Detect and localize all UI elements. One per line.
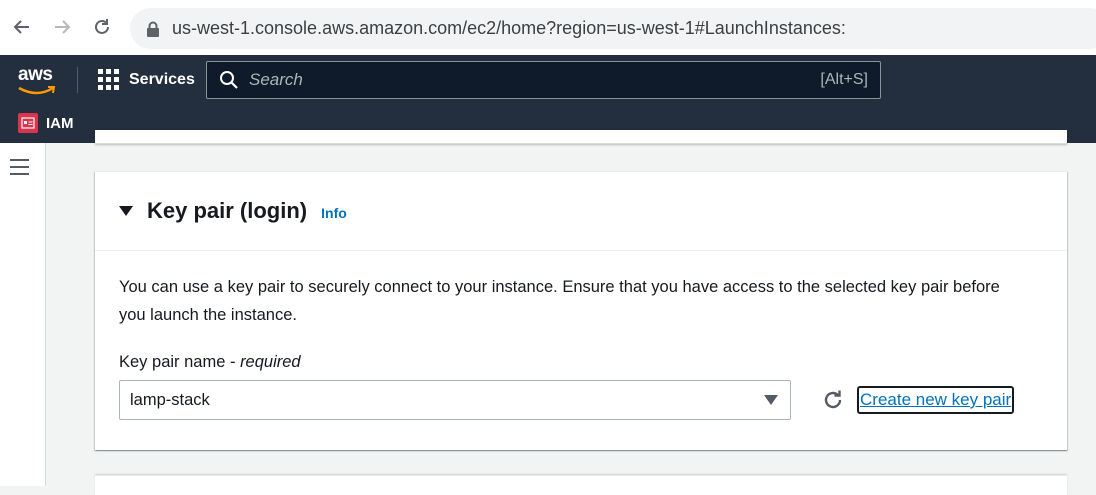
section-description: You can use a key pair to securely conne… — [119, 278, 1000, 324]
favorite-iam[interactable]: IAM — [18, 113, 74, 133]
required-label: required — [240, 353, 301, 371]
section-title: Key pair (login) — [147, 198, 308, 223]
key-pair-body: You can use a key pair to securely conne… — [95, 251, 1067, 420]
services-label: Services — [129, 70, 195, 88]
key-pair-name-label: Key pair name - required — [119, 353, 301, 371]
services-menu-button[interactable]: Services — [98, 69, 195, 90]
create-new-key-pair-link[interactable]: Create new key pair — [857, 386, 1015, 414]
arrow-right-icon — [55, 20, 71, 34]
caret-down-icon — [764, 395, 778, 405]
key-pair-select-row: lamp-stack Create new key pair — [119, 380, 1043, 420]
nav-divider — [77, 67, 78, 93]
key-pair-section: Key pair (login) Info You can use a key … — [95, 171, 1067, 450]
arrow-left-icon — [13, 20, 29, 34]
browser-toolbar: us-west-1.console.aws.amazon.com/ec2/hom… — [0, 0, 1096, 55]
forward-button[interactable] — [47, 12, 77, 42]
caret-down-icon[interactable] — [119, 206, 133, 216]
iam-icon — [18, 113, 38, 133]
refresh-icon — [824, 390, 842, 409]
aws-logo[interactable]: aws — [16, 64, 58, 96]
key-pair-header[interactable]: Key pair (login) Info — [95, 172, 1067, 251]
info-link[interactable]: Info — [321, 205, 347, 221]
reload-icon — [95, 19, 109, 34]
side-nav-rail — [0, 143, 46, 486]
reload-button[interactable] — [87, 12, 117, 42]
key-pair-select[interactable]: lamp-stack — [119, 380, 791, 420]
previous-section — [95, 130, 1067, 144]
selected-key-pair: lamp-stack — [130, 390, 210, 409]
lock-icon — [147, 21, 159, 37]
grid-icon — [98, 69, 119, 90]
favorite-iam-label: IAM — [46, 114, 74, 132]
aws-smile-icon — [18, 86, 56, 95]
next-section — [95, 475, 1067, 495]
url-text: us-west-1.console.aws.amazon.com/ec2/hom… — [172, 18, 846, 38]
search-icon — [220, 71, 238, 89]
refresh-button[interactable] — [820, 387, 846, 413]
menu-icon[interactable] — [10, 159, 32, 177]
search-box[interactable]: [Alt+S] — [206, 61, 881, 99]
search-shortcut-hint: [Alt+S] — [820, 71, 868, 88]
aws-logo-text: aws — [18, 64, 53, 85]
search-input[interactable] — [249, 70, 821, 90]
address-bar[interactable]: us-west-1.console.aws.amazon.com/ec2/hom… — [130, 8, 1096, 49]
back-button[interactable] — [7, 12, 37, 42]
